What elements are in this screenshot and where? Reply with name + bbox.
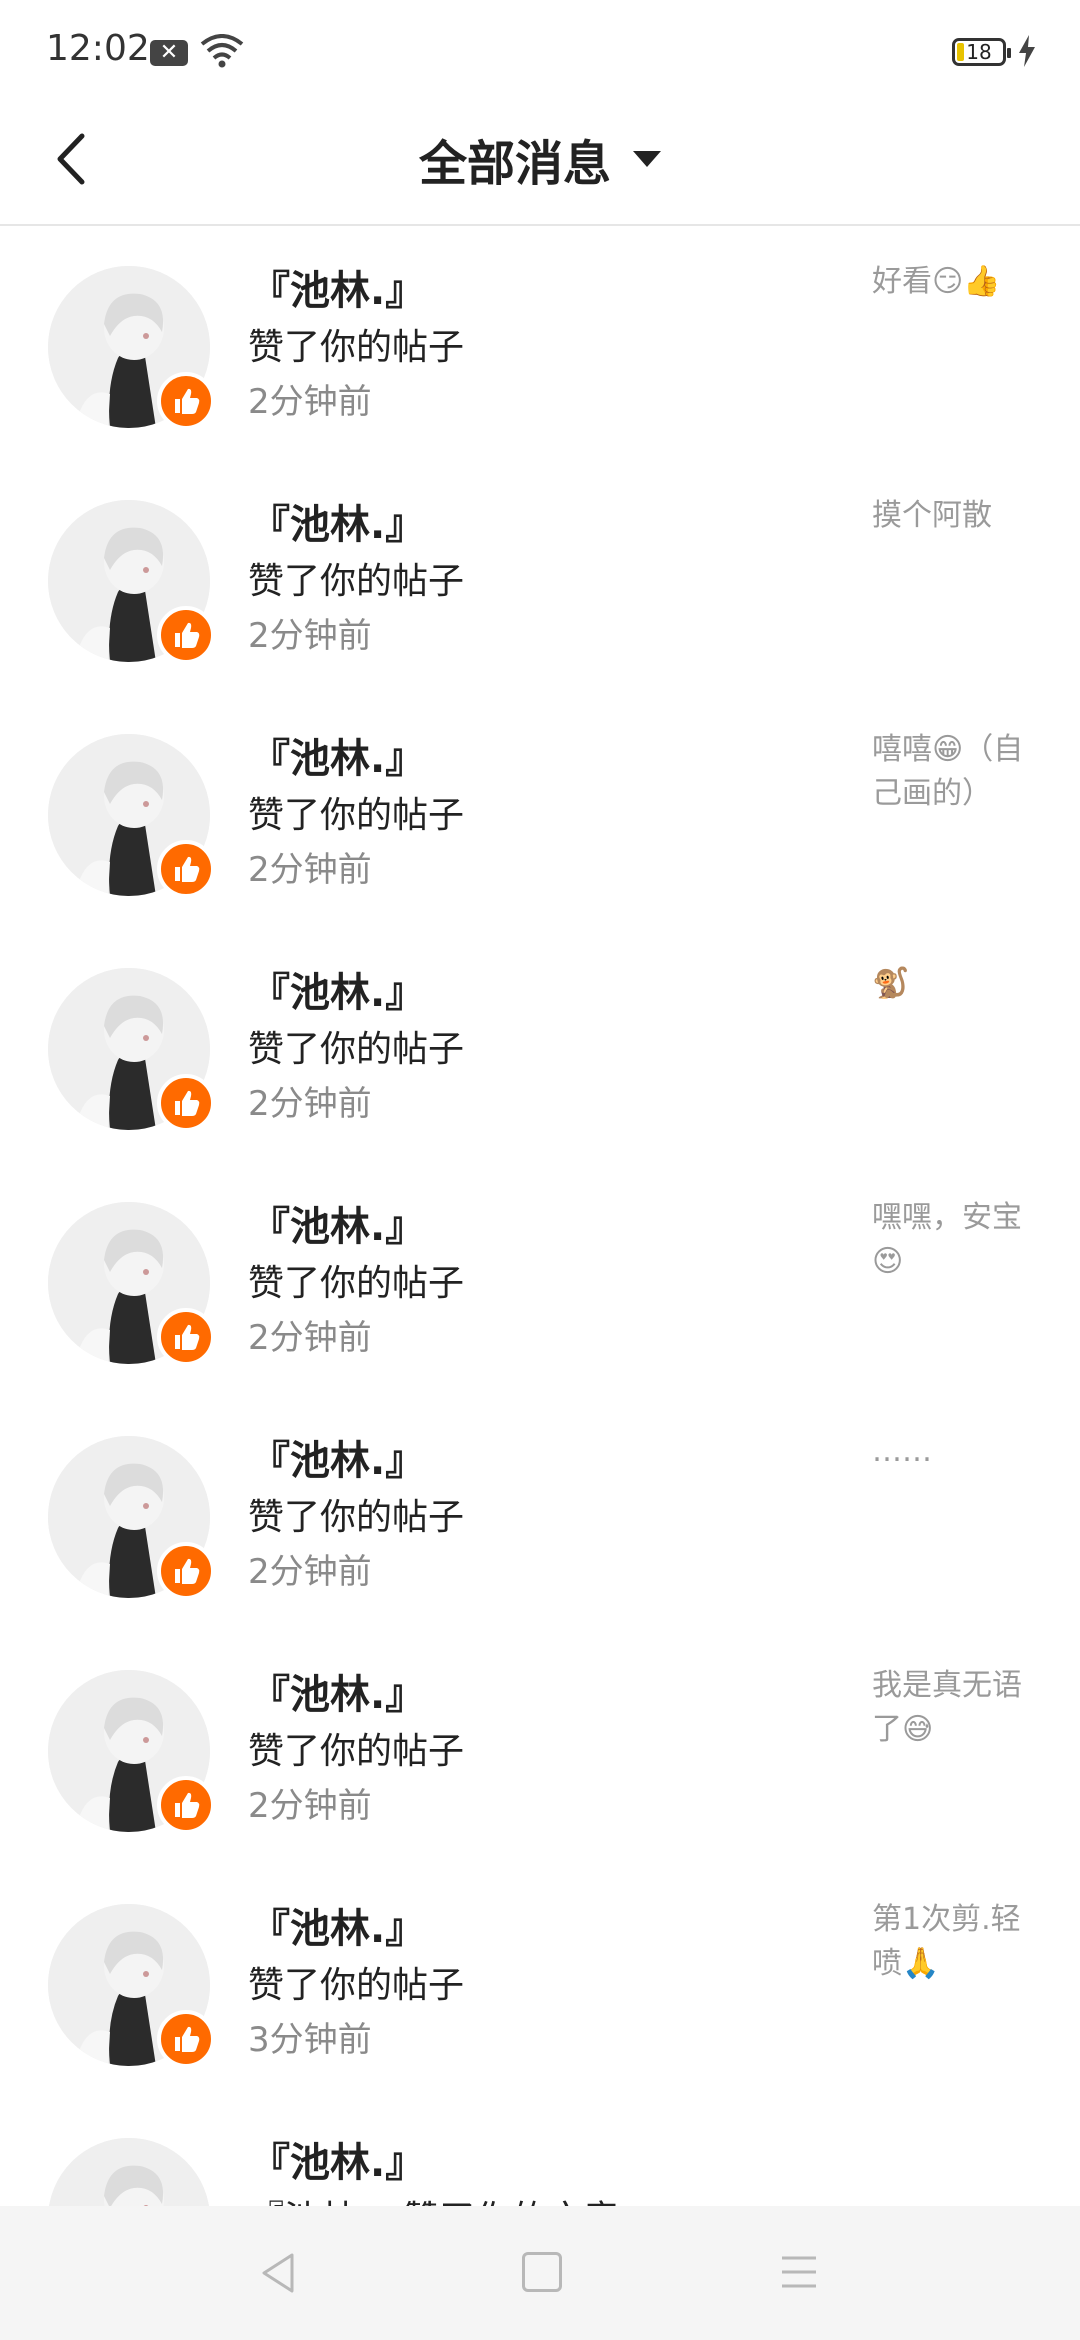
thumbs-up-icon: [157, 606, 215, 664]
message-list[interactable]: 『池林.』 赞了你的帖子 2分钟前 好看😏👍 『池林.』 赞了你的帖子 2分钟前 摸个阿散 『池…: [0, 226, 1080, 2206]
user-name[interactable]: 『池林.』: [250, 1662, 425, 1720]
user-name[interactable]: 『池林.』: [250, 258, 425, 316]
user-name[interactable]: 『池林.』: [250, 1428, 425, 1486]
avatar[interactable]: [48, 2138, 210, 2206]
page-title: 全部消息: [418, 136, 611, 192]
user-name[interactable]: 『池林.』: [250, 1194, 425, 1252]
header: 全部消息: [0, 100, 1080, 226]
message-row[interactable]: 『池林.』赞了你的帖子 2分钟前 我是真无语了😅: [0, 1630, 1080, 1864]
timestamp: 3分钟前: [248, 2020, 372, 2060]
timestamp: 2分钟前: [248, 616, 372, 656]
thumbs-up-icon: [157, 1542, 215, 1600]
close-box-icon: ✕: [150, 40, 188, 66]
system-nav-bar: [0, 2206, 1080, 2340]
thumbs-up-icon: [157, 840, 215, 898]
action-text: 赞了你的帖子: [248, 1731, 465, 1772]
post-preview[interactable]: 摸个阿散: [872, 494, 1044, 538]
message-row[interactable]: 『池林.』赞了你的帖子 2分钟前 摸个阿散: [0, 460, 1080, 694]
action-text: 赞了你的帖子: [248, 1965, 465, 2006]
three-lines-menu-icon[interactable]: [780, 2254, 818, 2290]
timestamp: 2分钟前: [248, 382, 372, 422]
bolt-icon: [1019, 35, 1035, 67]
message-row[interactable]: 『池林.』赞了你的帖子 2分钟前 嘻嘻😁（自己画的）: [0, 694, 1080, 928]
wifi-icon: [200, 34, 244, 68]
message-row[interactable]: 『池林.』赞了你的帖子 2分钟前 ……: [0, 1396, 1080, 1630]
thumbs-up-icon: [157, 1776, 215, 1834]
caret-down-icon: [633, 151, 661, 167]
user-name[interactable]: 『池林.』: [250, 960, 425, 1018]
timestamp: 2分钟前: [248, 1318, 372, 1358]
action-text: 赞了你的帖子: [248, 1497, 465, 1538]
action-text: 赞了你的帖子: [248, 795, 465, 836]
thumbs-up-icon: [157, 1074, 215, 1132]
post-preview[interactable]: 🐒: [872, 962, 1044, 1006]
thumbs-up-icon: [157, 372, 215, 430]
action-text: 赞了你的帖子: [248, 327, 465, 368]
user-name[interactable]: 『池林.』: [250, 726, 425, 784]
battery-icon: 18: [952, 38, 1011, 66]
action-text: 『池林.』赞了你的文章: [248, 2190, 619, 2206]
thumbs-up-icon: [157, 1308, 215, 1366]
action-text: 赞了你的帖子: [248, 1029, 465, 1070]
user-name[interactable]: 『池林.』: [250, 1896, 425, 1954]
post-preview[interactable]: 第1次剪.轻喷🙏: [872, 1898, 1044, 1986]
action-text: 赞了你的帖子: [248, 561, 465, 602]
message-row[interactable]: 『池林.』赞了你的帖子 3分钟前 第1次剪.轻喷🙏: [0, 1864, 1080, 2098]
message-row[interactable]: 『池林.』赞了你的帖子 2分钟前 🐒: [0, 928, 1080, 1162]
message-row[interactable]: 『池林.』赞了你的帖子 2分钟前 好看😏👍: [0, 226, 1080, 460]
post-preview[interactable]: 我是真无语了😅: [872, 1664, 1044, 1752]
triangle-back-icon[interactable]: [258, 2252, 298, 2294]
status-bar: 12:02 ✕ 18: [0, 0, 1080, 100]
square-home-icon[interactable]: [522, 2252, 562, 2292]
timestamp: 2分钟前: [248, 1552, 372, 1592]
user-name[interactable]: 『池林.』: [250, 492, 425, 550]
timestamp: 2分钟前: [248, 1084, 372, 1124]
post-preview[interactable]: 嘿嘿，安宝😍: [872, 1196, 1044, 1284]
timestamp: 2分钟前: [248, 1786, 372, 1826]
status-time: 12:02: [46, 28, 150, 69]
post-preview[interactable]: 好看😏👍: [872, 260, 1044, 304]
thumbs-up-icon: [157, 2010, 215, 2068]
post-preview[interactable]: ……: [872, 1430, 1044, 1474]
action-text: 赞了你的帖子: [248, 1263, 465, 1304]
title-dropdown[interactable]: 全部消息: [0, 124, 1080, 194]
message-row[interactable]: 『池林.』『池林.』赞了你的文章: [0, 2098, 1080, 2206]
user-name[interactable]: 『池林.』: [250, 2130, 425, 2188]
post-preview[interactable]: 嘻嘻😁（自己画的）: [872, 728, 1044, 816]
timestamp: 2分钟前: [248, 850, 372, 890]
message-row[interactable]: 『池林.』赞了你的帖子 2分钟前 嘿嘿，安宝😍: [0, 1162, 1080, 1396]
